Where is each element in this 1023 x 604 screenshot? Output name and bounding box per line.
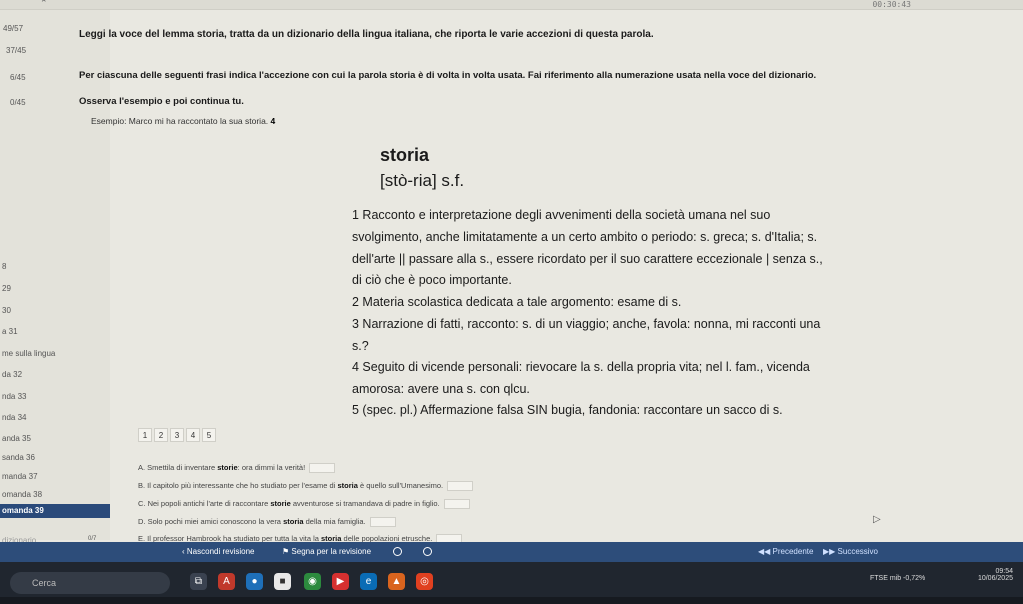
instruction-read: Leggi la voce del lemma storia, tratta d… <box>79 29 654 40</box>
sidebar-item-active[interactable]: omanda 39 <box>0 504 110 518</box>
sentence-text: A. Smettila di inventare <box>138 463 218 472</box>
dictionary-line: s.? <box>352 339 369 353</box>
sentence-keyword: storia <box>337 481 358 490</box>
chrome-icon[interactable]: ◉ <box>304 573 321 590</box>
number-option[interactable]: 3 <box>170 428 184 442</box>
media-app-icon[interactable]: ▶ <box>332 573 349 590</box>
sidebar-item[interactable]: nda 34 <box>0 411 110 425</box>
review-status-icon[interactable] <box>393 547 402 556</box>
sentence-text: della mia famiglia. <box>303 517 366 526</box>
browser-icon[interactable]: e <box>360 573 377 590</box>
dictionary-line: amorosa: avere una s. con qlcu. <box>352 382 530 396</box>
dictionary-line: 4 Seguito di vicende personali: rievocar… <box>352 360 810 374</box>
dictionary-line: dell'arte || passare alla s., essere ric… <box>352 252 823 266</box>
sentence-keyword: storia <box>283 517 304 526</box>
navigation-bar: ‹ Nascondi revisione ⚑ Segna per la revi… <box>0 542 1023 562</box>
instruction-indicate: Per ciascuna delle seguenti frasi indica… <box>79 70 817 81</box>
rewind-icon: ◀◀ <box>758 547 773 556</box>
sidebar-item[interactable]: me sulla lingua <box>0 347 110 361</box>
previous-button[interactable]: ◀◀ Precedente <box>758 542 813 562</box>
pdf-app-icon[interactable]: A <box>218 573 235 590</box>
main-content: Leggi la voce del lemma storia, tratta d… <box>79 10 1023 545</box>
example: Esempio: Marco mi ha raccontato la sua s… <box>91 116 275 126</box>
review-status-icon[interactable] <box>423 547 432 556</box>
app-icon[interactable]: ● <box>246 573 263 590</box>
system-clock[interactable]: 09:54 10/06/2025 <box>978 568 1013 582</box>
number-option[interactable]: 4 <box>186 428 200 442</box>
sentence-keyword: storie <box>270 499 291 508</box>
next-label: Successivo <box>837 547 878 556</box>
dictionary-pronunciation: [stò-ria] s.f. <box>380 171 465 190</box>
sidebar-item[interactable] <box>0 520 110 534</box>
sentence-keyword: storie <box>217 463 238 472</box>
forward-icon: ▶▶ <box>823 547 838 556</box>
answer-dropzone[interactable] <box>309 463 336 474</box>
answer-dropzone[interactable] <box>369 517 396 528</box>
sidebar-item[interactable]: a 31 <box>0 325 110 339</box>
mark-review-button[interactable]: ⚑ Segna per la revisione <box>282 542 371 562</box>
number-option[interactable]: 2 <box>154 428 168 442</box>
dictionary-line: 1 Racconto e interpretazione degli avven… <box>352 208 771 222</box>
sidebar-item[interactable]: da 32 <box>0 368 110 382</box>
hide-review-label: Nascondi revisione <box>186 547 255 556</box>
bottom-strip <box>0 597 1023 604</box>
sentence-a: A. Smettila di inventare storie: ora dim… <box>138 463 336 474</box>
dictionary-line: svolgimento, anche limitatamente a un ce… <box>352 230 818 244</box>
folder-icon[interactable]: ■ <box>274 573 291 590</box>
sentence-d: D. Solo pochi miei amici conoscono la ve… <box>138 517 396 528</box>
task-view-icon[interactable]: ⧉ <box>190 573 207 590</box>
sidebar-item[interactable]: nda 33 <box>0 390 110 404</box>
sidebar-item[interactable]: sanda 36 <box>0 451 110 465</box>
top-strip: ⌃ 00:30:43 <box>0 0 1023 10</box>
answer-dropzone[interactable] <box>443 499 470 510</box>
sidebar-item[interactable]: 30 <box>0 304 110 318</box>
dictionary-word: storia <box>380 145 430 165</box>
next-button[interactable]: ▶▶ Successivo <box>823 542 878 562</box>
sentence-text: D. Solo pochi miei amici conoscono la ve… <box>138 517 284 526</box>
previous-label: Precedente <box>772 547 814 556</box>
number-option[interactable]: 5 <box>202 428 216 442</box>
dictionary-line: 5 (spec. pl.) Affermazione falsa SIN bug… <box>352 403 783 417</box>
sentence-text: C. Nei popoli antichi l'arte di racconta… <box>138 499 271 508</box>
example-text: Esempio: Marco mi ha raccontato la sua s… <box>91 116 269 126</box>
taskbar-search[interactable]: Cerca <box>10 572 170 594</box>
dictionary-line: 3 Narrazione di fatti, racconto: s. di u… <box>352 317 821 331</box>
score-3: 6/45 <box>10 73 26 82</box>
instruction-example: Osserva l'esempio e poi continua tu. <box>79 96 244 107</box>
sidebar-item[interactable]: 29 <box>0 282 110 296</box>
answer-dropzone[interactable] <box>447 481 474 492</box>
clock-time: 09:54 <box>995 568 1013 575</box>
dictionary-line: 2 Materia scolastica dedicata a tale arg… <box>352 295 682 309</box>
sentence-text: B. Il capitolo più interessante che ho s… <box>138 481 338 490</box>
sentence-text: è quello sull'Umanesimo. <box>357 481 444 490</box>
flag-icon: ⚑ <box>282 547 292 556</box>
chevron-up-icon[interactable]: ⌃ <box>40 0 48 9</box>
mark-review-label: Segna per la revisione <box>291 547 372 556</box>
mouse-cursor-icon: ▷ <box>873 514 881 525</box>
sentence-b: B. Il capitolo più interessante che ho s… <box>138 481 474 492</box>
sidebar-item[interactable]: anda 35 <box>0 432 110 446</box>
example-answer: 4 <box>270 116 276 126</box>
sidebar-item[interactable]: manda 37 <box>0 470 110 484</box>
dictionary-line: di ciò che è poco importante. <box>352 273 512 287</box>
sidebar-item[interactable]: 8 <box>0 260 110 274</box>
hide-review-button[interactable]: ‹ Nascondi revisione <box>182 542 254 562</box>
timer: 00:30:43 <box>872 0 911 9</box>
sentence-c: C. Nei popoli antichi l'arte di racconta… <box>138 499 470 510</box>
sentence-text: : ora dimmi la verità! <box>237 463 306 472</box>
number-option[interactable]: 1 <box>138 428 152 442</box>
score-4: 0/45 <box>10 98 26 107</box>
clock-date: 10/06/2025 <box>977 575 1013 582</box>
sidebar-item[interactable]: omanda 38 <box>0 488 110 502</box>
sidebar: 49/57 37/45 6/45 0/45 8 29 30 a 31 me su… <box>0 10 110 545</box>
score-2: 37/45 <box>6 46 27 55</box>
score-1: 49/57 <box>3 24 24 33</box>
app-icon[interactable]: ◎ <box>416 573 433 590</box>
stock-news-widget[interactable]: FTSE mib -0,72% <box>870 575 925 582</box>
sentence-text: avventurose si tramandava di padre in fi… <box>290 499 440 508</box>
warning-app-icon[interactable]: ▲ <box>388 573 405 590</box>
